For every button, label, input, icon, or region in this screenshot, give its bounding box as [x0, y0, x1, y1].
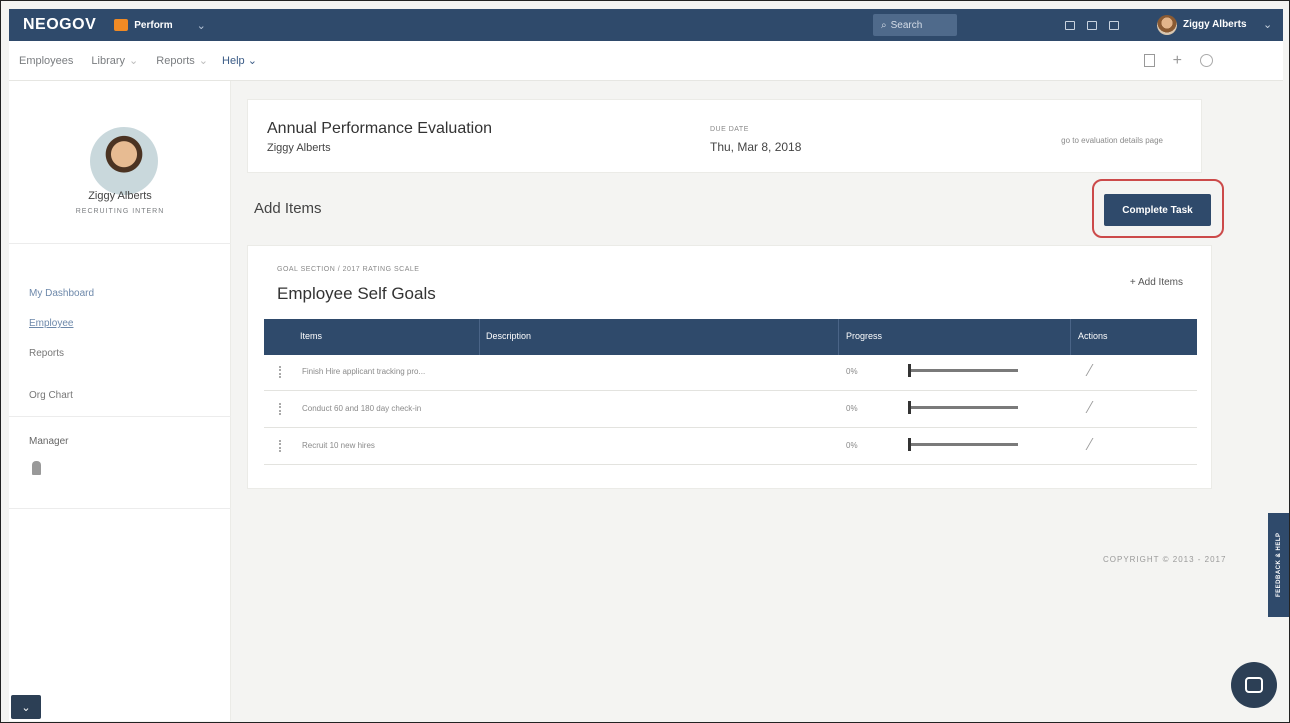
progress-slider-handle[interactable] — [908, 364, 911, 377]
table-header: Items Description Progress Actions — [264, 319, 1197, 355]
manager-avatar-icon[interactable] — [32, 461, 41, 475]
progress-slider-track[interactable] — [908, 406, 1018, 409]
goal-section-title: Employee Self Goals — [277, 284, 436, 303]
sidebar-item-reports[interactable]: Reports — [29, 348, 64, 359]
sidebar-item-org-chart[interactable]: Org Chart — [29, 390, 73, 401]
progress-slider-track[interactable] — [908, 369, 1018, 372]
edit-icon[interactable] — [1085, 438, 1102, 450]
row-progress-text: 0% — [846, 404, 858, 413]
evaluation-details-link[interactable]: go to evaluation details page — [1061, 136, 1163, 145]
user-avatar[interactable] — [1157, 15, 1177, 35]
table-row[interactable]: Finish Hire applicant tracking pro... 0% — [264, 355, 1197, 391]
column-header-items[interactable]: Items — [300, 331, 322, 341]
complete-task-button[interactable]: Complete Task — [1104, 194, 1211, 226]
due-date-label: DUE DATE — [710, 126, 749, 133]
column-header-description[interactable]: Description — [486, 331, 531, 341]
row-progress-text: 0% — [846, 441, 858, 450]
document-icon[interactable] — [1143, 54, 1155, 67]
calendar-icon[interactable] — [1109, 20, 1119, 30]
page-title: Add Items — [254, 200, 322, 217]
chevron-down-icon: ⌄ — [198, 55, 209, 67]
feedback-help-tab[interactable]: FEEDBACK & HELP — [1268, 513, 1289, 617]
nav-actions: + — [1143, 52, 1213, 68]
search-icon: ⌕ — [881, 19, 887, 31]
table-row[interactable]: Conduct 60 and 180 day check-in 0% — [264, 392, 1197, 428]
row-progress-text: 0% — [846, 367, 858, 376]
evaluation-card: Annual Performance Evaluation Ziggy Albe… — [247, 99, 1202, 173]
nav-item-library[interactable]: Library ⌄ — [91, 54, 138, 67]
divider — [9, 243, 231, 244]
nav-bar: Employees Library ⌄ Reports ⌄ Help ⌄ + — [9, 41, 1283, 81]
nav-item-reports[interactable]: Reports ⌄ — [156, 54, 208, 67]
evaluation-title: Annual Performance Evaluation — [267, 120, 493, 137]
progress-slider-handle[interactable] — [908, 438, 911, 451]
product-switcher[interactable]: Perform ⌄ — [114, 19, 206, 32]
product-badge-icon — [114, 19, 129, 31]
row-item[interactable]: Finish Hire applicant tracking pro... — [302, 367, 425, 376]
profile-title: RECRUITING INTERN — [75, 208, 165, 215]
grid-icon[interactable] — [1087, 20, 1097, 30]
row-item[interactable]: Conduct 60 and 180 day check-in — [302, 404, 421, 413]
goal-section-subtitle: GOAL SECTION / 2017 RATING SCALE — [277, 266, 420, 273]
inbox-icon[interactable] — [1065, 20, 1075, 30]
drag-handle-icon[interactable] — [279, 403, 281, 415]
user-name[interactable]: Ziggy Alberts — [1183, 19, 1247, 30]
progress-slider-handle[interactable] — [908, 401, 911, 414]
user-menu-chevron-icon[interactable]: ⌄ — [1263, 18, 1272, 31]
history-icon[interactable] — [1200, 54, 1213, 67]
table-row[interactable]: Recruit 10 new hires 0% — [264, 429, 1197, 465]
product-name: Perform — [134, 19, 173, 31]
column-divider — [838, 319, 839, 355]
due-date-value: Thu, Mar 8, 2018 — [710, 140, 802, 154]
sidebar: Ziggy Alberts RECRUITING INTERN My Dashb… — [9, 81, 231, 721]
chat-icon — [1245, 677, 1263, 693]
copyright-text: COPYRIGHT © 2013 - 2017 — [1103, 555, 1227, 564]
add-icon[interactable]: + — [1173, 52, 1182, 68]
divider — [9, 508, 231, 509]
sidebar-item-my-dashboard[interactable]: My Dashboard — [29, 288, 94, 299]
add-items-button[interactable]: + Add Items — [1130, 277, 1183, 288]
drag-handle-icon[interactable] — [279, 440, 281, 452]
manager-label: Manager — [29, 436, 69, 447]
column-header-progress[interactable]: Progress — [846, 331, 882, 341]
chevron-down-icon: ⌄ — [196, 19, 206, 32]
top-bar: NEOGOV Perform ⌄ ⌕ Search Ziggy Alberts … — [9, 9, 1283, 41]
divider — [9, 416, 231, 417]
chat-launcher[interactable] — [1231, 662, 1277, 708]
edit-icon[interactable] — [1085, 364, 1102, 376]
chevron-down-icon: ⌄ — [129, 55, 139, 67]
nav-item-employees[interactable]: Employees — [19, 55, 73, 67]
edit-icon[interactable] — [1085, 401, 1102, 413]
nav-item-help[interactable]: Help ⌄ — [222, 54, 257, 67]
drag-handle-icon[interactable] — [279, 366, 281, 378]
column-divider — [479, 319, 480, 355]
column-header-actions: Actions — [1078, 331, 1108, 341]
sidebar-item-employee[interactable]: Employee — [29, 318, 73, 329]
profile-name: Ziggy Alberts — [88, 190, 152, 202]
profile-photo — [90, 127, 158, 195]
row-item[interactable]: Recruit 10 new hires — [302, 441, 375, 450]
collapse-chat-icon[interactable]: ⌄ — [11, 695, 41, 719]
app-frame: NEOGOV Perform ⌄ ⌕ Search Ziggy Alberts … — [0, 0, 1290, 723]
brand-logo[interactable]: NEOGOV — [23, 16, 96, 34]
progress-slider-track[interactable] — [908, 443, 1018, 446]
evaluation-employee: Ziggy Alberts — [267, 142, 331, 154]
top-icons — [1065, 9, 1119, 41]
search-placeholder: Search — [890, 19, 923, 31]
column-divider — [1070, 319, 1071, 355]
search-input[interactable]: ⌕ Search — [873, 14, 957, 36]
